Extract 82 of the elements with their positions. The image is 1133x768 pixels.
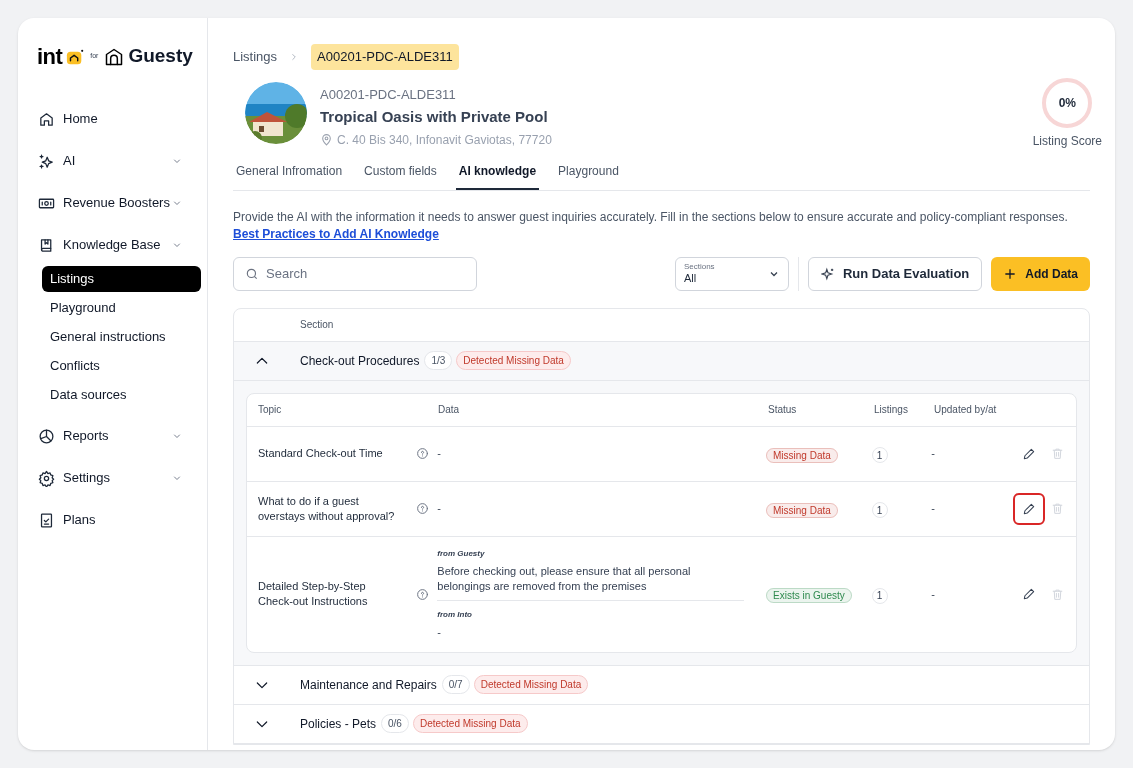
source-label: from Guesty [437, 548, 486, 560]
trash-icon [1050, 447, 1064, 460]
tab[interactable]: Custom fields [361, 161, 440, 190]
submenu-item[interactable]: Listings [42, 266, 201, 292]
pencil-icon [1022, 446, 1036, 461]
trash-icon [1050, 502, 1064, 515]
section-row[interactable]: Policies - Pets 0/6 Detected Missing Data [234, 704, 1089, 744]
trash-icon [1050, 587, 1064, 601]
table-cell-text: Standard Check-out Time [258, 446, 384, 461]
help-link[interactable]: Best Practices to Add AI Knowledge [233, 224, 439, 243]
status-badge: Missing Data [766, 447, 838, 463]
status-badge: Exists in Guesty [766, 588, 852, 603]
submenu-item[interactable]: General instructions [42, 324, 201, 350]
listing-title: Tropical Oasis with Private Pool [320, 107, 549, 127]
table-cell-text: - [931, 586, 936, 602]
status-badge: Detected Missing Data [473, 675, 589, 694]
status-badge: Detected Missing Data [412, 714, 528, 733]
data-text: - [437, 625, 442, 640]
table-cell-text: - [931, 446, 936, 462]
breadcrumb-item[interactable]: Listings [233, 47, 278, 67]
sparkle-icon [820, 266, 835, 281]
column-header: Status [768, 403, 798, 417]
count-badge: 0/7 [441, 675, 470, 694]
nav-item[interactable]: Knowledge Base [38, 224, 201, 266]
edit-button[interactable] [1013, 492, 1045, 525]
column-header: Topic [258, 403, 283, 417]
status-badge: Detected Missing Data [456, 351, 571, 370]
score-label: Listing Score [1032, 132, 1102, 150]
add-data-button[interactable]: Add Data [991, 256, 1090, 291]
house-badge-icon [66, 48, 85, 67]
listing-address: C. 40 Bis 340, Infonavit Gaviotas, 77720 [337, 131, 552, 149]
table-cell-text: Detailed Step-by-Step Check-out Instructions [258, 579, 369, 609]
table-cell-text: What to do if a guest overstays without approval? [258, 493, 396, 524]
column-header: Listings [874, 403, 909, 417]
column-header: Data [438, 403, 461, 417]
section-name: Policies - Pets [300, 715, 377, 733]
nav-item[interactable]: Plans [38, 499, 201, 541]
count-badge: 1/3 [424, 351, 453, 370]
pencil-icon [1022, 587, 1036, 601]
description-text: Provide the AI with the information it needs to answer guest inquiries accurately. Fill in the sections below to ensure accurate and policy-compliant responses. [233, 209, 1069, 225]
pencil-icon [1022, 501, 1036, 516]
pie-chart-icon [38, 427, 55, 445]
run-data-evaluation-button[interactable]: Run Data Evaluation [807, 256, 983, 291]
section-row[interactable]: Maintenance and Repairs 0/7 Detected Missing Data [234, 665, 1089, 705]
submenu-item[interactable]: Data sources [42, 382, 201, 408]
tab[interactable]: Playground [555, 161, 622, 190]
location-pin-icon [320, 133, 333, 146]
score-value: 0% [1058, 94, 1076, 112]
table-cell-text: - [437, 446, 442, 462]
nav-item[interactable]: Settings [38, 457, 201, 499]
status-badge: Missing Data [766, 502, 838, 518]
listing-code: A00201-PDC-ALDE311 [320, 85, 457, 104]
nav-item[interactable]: Revenue Boosters [38, 182, 201, 224]
search-field[interactable]: Search [233, 256, 477, 291]
section-row[interactable]: Check-out Procedures 1/3 Detected Missing Data [234, 341, 1089, 381]
nav-item[interactable]: Reports [38, 415, 201, 457]
tab[interactable]: General Infromation [233, 161, 346, 190]
search-icon [245, 266, 259, 281]
count-badge: 0/6 [381, 714, 409, 733]
brand-logo: int [37, 43, 63, 71]
table-cell-text: - [931, 501, 936, 517]
table-cell-text: - [437, 501, 442, 517]
section-name: Maintenance and Repairs [300, 676, 437, 694]
column-header: Section [300, 318, 334, 332]
nav-item[interactable]: AI [38, 140, 201, 182]
section-name: Check-out Procedures [300, 352, 420, 370]
submenu-item[interactable]: Playground [42, 295, 201, 321]
partner-name: Guesty [128, 44, 193, 69]
nav-item[interactable]: Home [38, 98, 201, 140]
house-outline-icon [104, 46, 125, 67]
home-icon [38, 110, 55, 128]
breadcrumb-item[interactable]: A00201-PDC-ALDE311 [311, 44, 459, 70]
sections-dropdown[interactable]: Sections All [674, 256, 789, 291]
plus-icon [1003, 266, 1018, 281]
tab[interactable]: AI knowledge [455, 161, 540, 190]
submenu-item[interactable]: Conflicts [42, 353, 201, 379]
source-label: from Into [437, 609, 473, 621]
column-header: Updated by/at [934, 403, 998, 417]
settings-icon [38, 469, 55, 487]
checklist-icon [38, 511, 55, 529]
data-text: Before checking out, please ensure that all personal belongings are removed from the premises [437, 564, 692, 594]
sparkles-icon [38, 152, 55, 170]
